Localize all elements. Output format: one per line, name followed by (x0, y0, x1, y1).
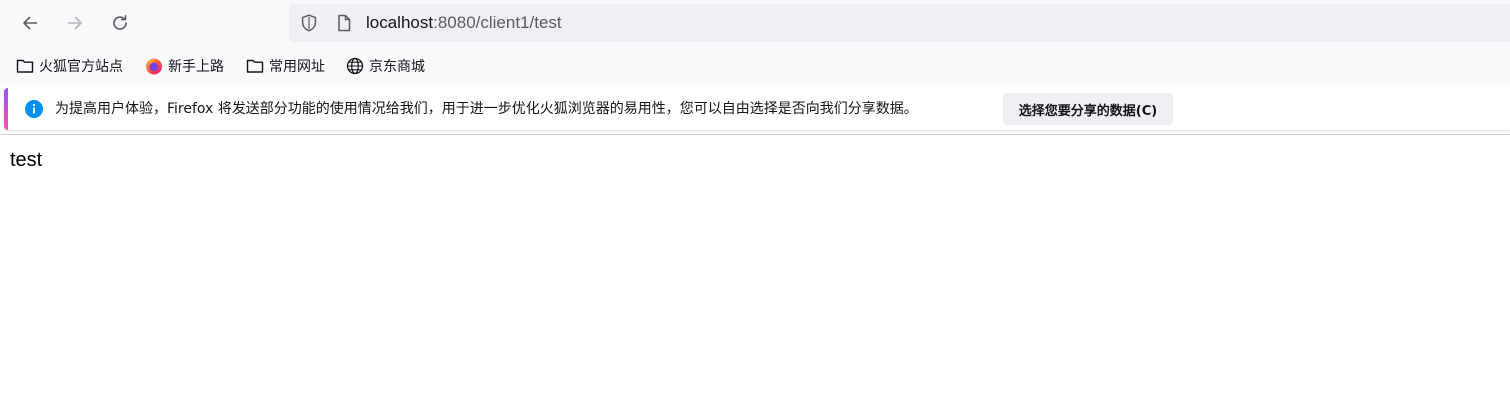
notification-accent-stripe (4, 88, 8, 130)
forward-button[interactable] (59, 7, 91, 39)
bookmark-folder-official-sites[interactable]: 火狐官方站点 (15, 54, 123, 78)
firefox-icon (144, 56, 164, 76)
notification-message: 为提高用户体验，Firefox 将发送部分功能的使用情况给我们，用于进一步优化火… (55, 101, 918, 117)
page-content: test (0, 135, 1510, 410)
bookmark-label: 京东商城 (369, 59, 425, 75)
reload-icon (113, 15, 127, 30)
arrow-right-icon (67, 16, 82, 30)
bookmark-label: 新手上路 (168, 59, 224, 75)
data-sharing-notification: 为提高用户体验，Firefox 将发送部分功能的使用情况给我们，用于进一步优化火… (4, 88, 1510, 130)
bookmark-folder-common-sites[interactable]: 常用网址 (245, 54, 325, 78)
bookmark-jd-mall[interactable]: 京东商城 (345, 54, 425, 78)
url-path: :8080/client1/test (433, 13, 562, 32)
bookmark-label: 常用网址 (269, 59, 325, 75)
shield-icon[interactable] (299, 13, 319, 33)
folder-icon (245, 56, 265, 76)
bookmark-getting-started[interactable]: 新手上路 (144, 54, 224, 78)
page-icon[interactable] (334, 13, 354, 33)
page-body-text: test (10, 149, 43, 171)
globe-icon (345, 56, 365, 76)
bookmarks-toolbar: 火狐官方站点 新手上路 常用网址 京东商城 (0, 47, 1510, 85)
url-bar[interactable]: localhost:8080/client1/test (289, 4, 1510, 42)
arrow-left-icon (23, 16, 38, 30)
reload-button[interactable] (104, 7, 136, 39)
url-text[interactable]: localhost:8080/client1/test (366, 13, 562, 33)
back-button[interactable] (14, 7, 46, 39)
navigation-toolbar: localhost:8080/client1/test (0, 0, 1510, 47)
folder-icon (15, 56, 35, 76)
choose-data-to-share-button[interactable]: 选择您要分享的数据(C) (1003, 93, 1173, 125)
url-host: localhost (366, 13, 434, 32)
bookmark-label: 火狐官方站点 (39, 59, 123, 75)
info-icon (24, 99, 44, 119)
